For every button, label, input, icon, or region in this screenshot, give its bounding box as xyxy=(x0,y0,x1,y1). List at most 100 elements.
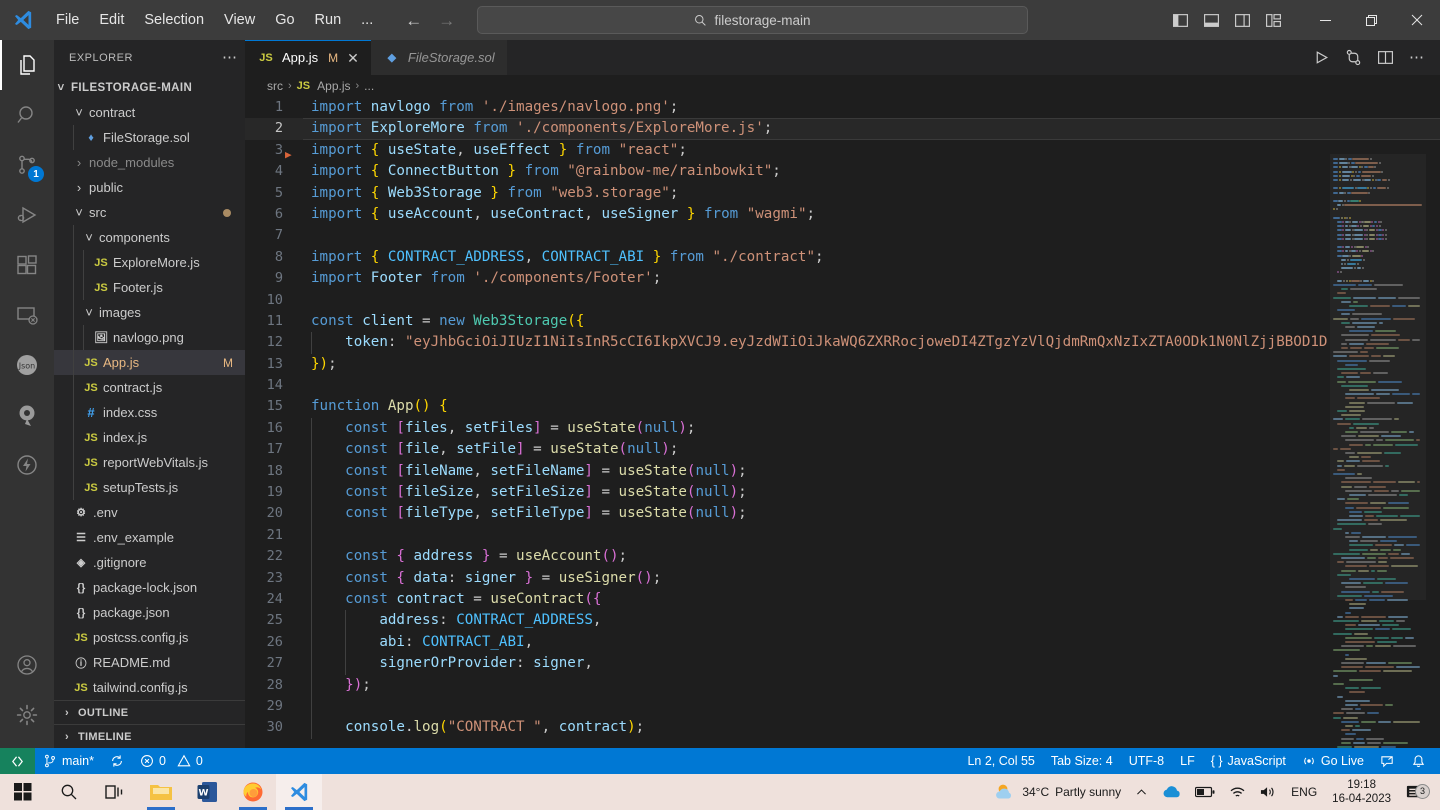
onedrive-tray-item[interactable] xyxy=(1155,774,1188,810)
code-line[interactable]: 30 console.log("CONTRACT ", contract); xyxy=(245,717,1440,738)
menu-view[interactable]: View xyxy=(214,7,265,33)
menu-file[interactable]: File xyxy=(46,7,89,33)
code-line[interactable]: 28 }); xyxy=(245,675,1440,696)
toggle-primary-sidebar-icon[interactable] xyxy=(1172,12,1189,29)
tree-item-node-modules[interactable]: ›node_modules xyxy=(54,150,245,175)
activity-item-json-viewer[interactable]: Json xyxy=(0,340,54,390)
tree-item-index-css[interactable]: #index.css xyxy=(54,400,245,425)
code-line[interactable]: 12 token: "eyJhbGciOiJIUzI1NiIsInR5cCI6I… xyxy=(245,332,1440,353)
run-icon[interactable] xyxy=(1313,49,1330,66)
tree-item-setuptests-js[interactable]: JSsetupTests.js xyxy=(54,475,245,500)
code-line[interactable]: 8import { CONTRACT_ADDRESS, CONTRACT_ABI… xyxy=(245,247,1440,268)
customize-layout-icon[interactable] xyxy=(1265,12,1282,29)
sidebar-section-timeline[interactable]: › TIMELINE xyxy=(54,724,245,748)
tree-item-public[interactable]: ›public xyxy=(54,175,245,200)
tree-item-postcss-config-js[interactable]: JSpostcss.config.js xyxy=(54,625,245,650)
split-editor-icon[interactable] xyxy=(1377,49,1394,66)
code-editor[interactable]: 1import navlogo from './images/navlogo.p… xyxy=(245,97,1440,748)
arrow-left-icon[interactable]: ← xyxy=(405,12,422,29)
status-language[interactable]: { } JavaScript xyxy=(1203,748,1294,774)
editor-scrollbar[interactable] xyxy=(1426,154,1440,748)
tree-item-reportwebvitals-js[interactable]: JSreportWebVitals.js xyxy=(54,450,245,475)
menu-more[interactable]: ... xyxy=(351,7,383,33)
remote-window-indicator[interactable] xyxy=(0,748,35,774)
code-line[interactable]: 11const client = new Web3Storage({ xyxy=(245,311,1440,332)
file-explorer-icon[interactable] xyxy=(138,774,184,810)
activity-item-quokka[interactable] xyxy=(0,390,54,440)
close-icon[interactable] xyxy=(1394,0,1440,40)
code-line[interactable]: 4import { ConnectButton } from "@rainbow… xyxy=(245,161,1440,182)
tree-item-images[interactable]: ˅images xyxy=(54,300,245,325)
notifications-button[interactable]: 3 xyxy=(1399,783,1434,802)
code-line[interactable]: 1import navlogo from './images/navlogo.p… xyxy=(245,97,1440,118)
clock[interactable]: 19:18 16-04-2023 xyxy=(1324,778,1399,806)
battery-tray-item[interactable] xyxy=(1188,774,1222,810)
code-line[interactable]: 22 const { address } = useAccount(); xyxy=(245,546,1440,567)
windows-start-icon[interactable] xyxy=(0,774,46,810)
task-view-icon[interactable] xyxy=(92,774,138,810)
code-line[interactable]: 5import { Web3Storage } from "web3.stora… xyxy=(245,183,1440,204)
activity-item-thunder-client[interactable] xyxy=(0,440,54,490)
tree-item-tailwind-config-js[interactable]: JStailwind.config.js xyxy=(54,675,245,700)
minimap[interactable] xyxy=(1330,154,1426,748)
tree-item-filestorage-sol[interactable]: ♦FileStorage.sol xyxy=(54,125,245,150)
breadcrumb-item-src[interactable]: src xyxy=(267,79,283,93)
more-actions-icon[interactable]: ⋯ xyxy=(1409,54,1424,62)
toggle-secondary-sidebar-icon[interactable] xyxy=(1234,12,1251,29)
tree-item-gitignore[interactable]: ◈.gitignore xyxy=(54,550,245,575)
tab-app-js[interactable]: JS App.js M ✕ xyxy=(245,40,371,75)
code-line[interactable]: 23 const { data: signer } = useSigner(); xyxy=(245,568,1440,589)
tree-item-navlogo-png[interactable]: 🖼navlogo.png xyxy=(54,325,245,350)
menu-selection[interactable]: Selection xyxy=(134,7,214,33)
activity-item-accounts[interactable] xyxy=(0,640,54,690)
tree-item-app-js[interactable]: JSApp.jsM xyxy=(54,350,245,375)
tree-item-src[interactable]: ˅src xyxy=(54,200,245,225)
code-line[interactable]: 3▶import { useState, useEffect } from "r… xyxy=(245,140,1440,161)
language-indicator[interactable]: ENG xyxy=(1284,774,1324,810)
tree-item-index-js[interactable]: JSindex.js xyxy=(54,425,245,450)
code-line[interactable]: 15function App() { xyxy=(245,396,1440,417)
code-line[interactable]: 27 signerOrProvider: signer, xyxy=(245,653,1440,674)
code-line[interactable]: 20 const [fileType, setFileType] = useSt… xyxy=(245,503,1440,524)
sidebar-section-outline[interactable]: › OUTLINE xyxy=(54,700,245,724)
tree-item-package-lock-json[interactable]: {}package-lock.json xyxy=(54,575,245,600)
activity-item-source-control[interactable]: 1 xyxy=(0,140,54,190)
code-line[interactable]: 26 abi: CONTRACT_ABI, xyxy=(245,632,1440,653)
status-branch[interactable]: main* xyxy=(35,748,102,774)
close-icon[interactable]: ✕ xyxy=(347,51,359,65)
code-line[interactable]: 25 address: CONTRACT_ADDRESS, xyxy=(245,610,1440,631)
status-eol[interactable]: LF xyxy=(1172,748,1203,774)
tree-root-filestorage-main[interactable]: ˅ FILESTORAGE-MAIN xyxy=(54,75,245,100)
minimize-icon[interactable] xyxy=(1302,0,1348,40)
tree-item-exploremore-js[interactable]: JSExploreMore.js xyxy=(54,250,245,275)
code-line[interactable]: 24 const contract = useContract({ xyxy=(245,589,1440,610)
menu-go[interactable]: Go xyxy=(265,7,304,33)
compare-changes-icon[interactable] xyxy=(1345,49,1362,66)
code-line[interactable]: 18 const [fileName, setFileName] = useSt… xyxy=(245,461,1440,482)
code-line[interactable]: 6import { useAccount, useContract, useSi… xyxy=(245,204,1440,225)
code-line[interactable]: 7 xyxy=(245,225,1440,246)
activity-item-run-and-debug[interactable] xyxy=(0,190,54,240)
menu-edit[interactable]: Edit xyxy=(89,7,134,33)
firefox-icon[interactable] xyxy=(230,774,276,810)
status-tab-size[interactable]: Tab Size: 4 xyxy=(1043,748,1121,774)
word-icon[interactable]: W xyxy=(184,774,230,810)
ellipsis-icon[interactable]: ⋯ xyxy=(222,53,237,63)
status-sync[interactable] xyxy=(102,748,132,774)
show-hidden-icons[interactable] xyxy=(1128,774,1155,810)
code-line[interactable]: 19 const [fileSize, setFileSize] = useSt… xyxy=(245,482,1440,503)
activity-item-remote-explorer[interactable] xyxy=(0,290,54,340)
code-line[interactable]: 29 xyxy=(245,696,1440,717)
code-line[interactable]: 14 xyxy=(245,375,1440,396)
status-feedback[interactable] xyxy=(1372,748,1403,774)
activity-item-settings[interactable] xyxy=(0,690,54,740)
arrow-right-icon[interactable]: → xyxy=(438,12,455,29)
status-encoding[interactable]: UTF-8 xyxy=(1121,748,1172,774)
wifi-tray-item[interactable] xyxy=(1222,774,1253,810)
tree-item-env[interactable]: ⚙.env xyxy=(54,500,245,525)
toggle-panel-icon[interactable] xyxy=(1203,12,1220,29)
status-cursor-position[interactable]: Ln 2, Col 55 xyxy=(959,748,1042,774)
vscode-icon[interactable] xyxy=(276,774,322,810)
code-line[interactable]: 9import Footer from './components/Footer… xyxy=(245,268,1440,289)
status-go-live[interactable]: Go Live xyxy=(1294,748,1372,774)
